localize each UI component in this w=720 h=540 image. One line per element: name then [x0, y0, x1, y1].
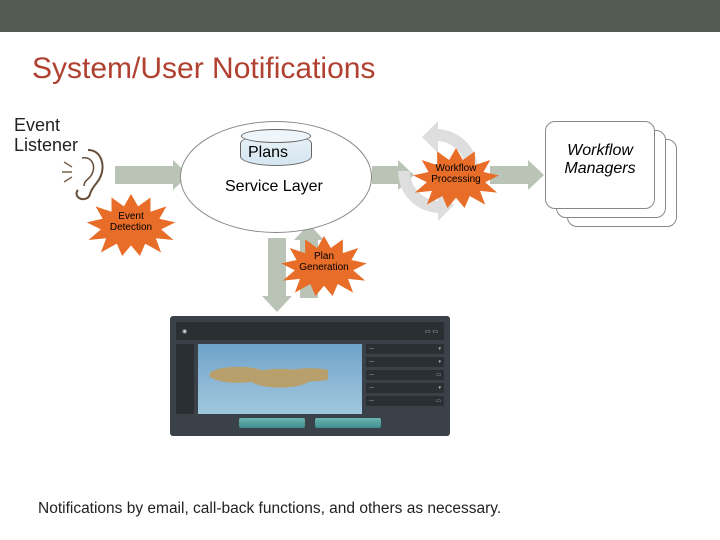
- app-screenshot-button: [239, 418, 305, 428]
- service-layer-label: Service Layer: [225, 178, 323, 196]
- slide-title-bar: [0, 0, 720, 32]
- app-screenshot-panel: ◉▭ ▭ —▾ —▾ —▭ —▾ —▭: [170, 316, 450, 436]
- app-screenshot-map: [198, 344, 362, 414]
- workflow-managers-label: Workflow Managers: [564, 142, 635, 178]
- ear-icon: [58, 146, 108, 201]
- app-screenshot-sidebar: [176, 344, 194, 414]
- app-screenshot-header: ◉▭ ▭: [176, 322, 444, 340]
- starburst-plan-generation: Plan Generation: [275, 236, 373, 296]
- workflow-manager-card: Workflow Managers: [545, 121, 655, 209]
- diagram-stage: Event Listener Plans Service Layer Workf…: [0, 86, 720, 466]
- starburst-event-detection: Event Detection: [86, 194, 176, 256]
- app-screenshot-form: —▾ —▾ —▭ —▾ —▭: [366, 344, 444, 414]
- slide-title: System/User Notifications: [32, 52, 720, 86]
- footer-caption: Notifications by email, call-back functi…: [38, 500, 501, 518]
- arrow-listener-to-service: [115, 166, 175, 184]
- plans-label: Plans: [248, 144, 288, 162]
- starburst-label: Workflow Processing: [431, 163, 480, 185]
- starburst-workflow-processing: Workflow Processing: [410, 148, 502, 208]
- app-screenshot-button: [315, 418, 381, 428]
- workflow-managers-stack: Workflow Managers: [545, 121, 675, 231]
